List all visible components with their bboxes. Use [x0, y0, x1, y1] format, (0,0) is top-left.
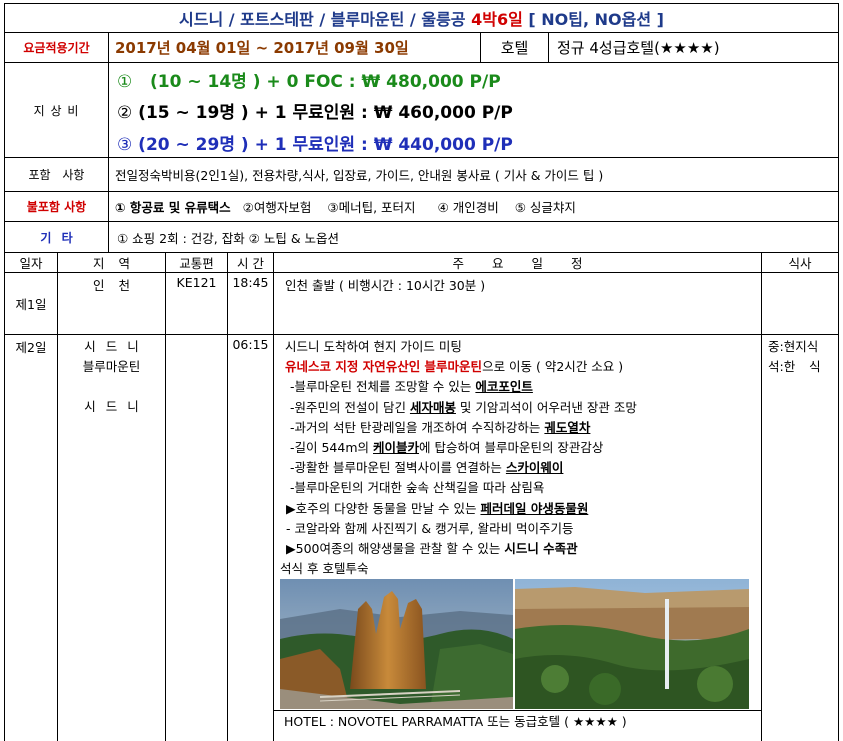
schedule-line: -길이 544m의 케이블카에 탑승하여 블루마운틴의 장관감상	[290, 440, 604, 456]
day1-desc: 인천 출발 ( 비행시간 : 10시간 30분 )	[273, 273, 761, 334]
schedule-line: - 코알라와 함께 사진찍기 & 캥거루, 왈라비 먹이주기등	[286, 520, 574, 536]
price-row: 지 상 비 ① (10 ~ 14명 ) + 0 FOC : ₩ 480,000 …	[4, 63, 839, 158]
day2-time: 06:15	[227, 335, 273, 741]
period-row: 요금적용기간 2017년 04월 01일 ~ 2017년 09월 30일 호텔 …	[4, 33, 839, 63]
col-header-schedule: 주 요 일 정	[273, 253, 761, 272]
day1-row: 제1일 인 천 KE121 18:45 인천 출발 ( 비행시간 : 10시간 …	[4, 273, 839, 335]
title-duration: 4박6일	[471, 10, 523, 29]
day2-meal-lunch: 중:현지식	[768, 339, 819, 354]
day2-region-1: 시 드 니	[84, 339, 139, 354]
schedule-highlight: 스카이웨이	[505, 460, 564, 476]
day2-transport	[165, 335, 227, 741]
excludes-item-4: ④ 개인경비	[437, 200, 499, 215]
excludes-item-5: ⑤ 싱글챠지	[514, 200, 576, 215]
col-header-time: 시 간	[227, 253, 273, 272]
schedule-header: 일자 지 역 교통편 시 간 주 요 일 정 식사	[4, 253, 839, 273]
period-value: 2017년 04월 01일 ~ 2017년 09월 30일	[108, 33, 480, 62]
day2-region-3: 시 드 니	[84, 399, 139, 415]
schedule-highlight: 시드니 수족관	[504, 541, 578, 557]
price-item-3: ③ (20 ~ 29명 ) + 1 무료인원 : ₩ 440,000 P/P	[117, 135, 513, 155]
etc-row: 기 타 ① 쇼핑 2회 : 건강, 잡화 ② 노팁 & 노옵션	[4, 222, 839, 253]
title-bar: 시드니 / 포트스테판 / 블루마운틴 / 울릉공 4박6일 [ NO팁, NO…	[4, 3, 839, 33]
schedule-highlight: 페러데일 야생동물원	[480, 500, 589, 516]
day2-meal-dinner: 석:한 식	[768, 359, 821, 375]
col-header-region: 지 역	[57, 253, 165, 272]
day1-transport: KE121	[165, 273, 227, 334]
page-title: 시드니 / 포트스테판 / 블루마운틴 / 울릉공 4박6일 [ NO팁, NO…	[5, 4, 838, 32]
day2-meals: 중:현지식 석:한 식	[761, 335, 838, 741]
day1-meals	[761, 273, 838, 334]
title-notes: [ NO팁, NO옵션 ]	[528, 10, 664, 29]
col-header-meals: 식사	[761, 253, 838, 272]
period-label: 요금적용기간	[23, 41, 90, 55]
excludes-item-1: ① 항공료 및 유류택스	[115, 200, 231, 215]
excludes-row: 불포함 사항 ① 항공료 및 유류택스 ②여행자보험 ③메너팁, 포터지 ④ 개…	[4, 192, 839, 222]
col-header-day: 일자	[19, 256, 43, 271]
etc-value: ① 쇼핑 2회 : 건강, 잡화 ② 노팁 & 노옵션	[108, 222, 838, 252]
schedule-line: ▶호주의 다양한 동물을 만날 수 있는 페러데일 야생동물원	[286, 500, 589, 516]
includes-row: 포함 사항 전일정숙박비용(2인1실), 전용차량,식사, 입장료, 가이드, …	[4, 158, 839, 192]
schedule-highlight: 케이블카	[373, 440, 420, 456]
excludes-item-2: ②여행자보험	[242, 200, 312, 215]
excludes-item-3: ③메너팁, 포터지	[327, 200, 416, 215]
schedule-line: 석식 후 호텔투숙	[280, 561, 369, 577]
schedule-line: 유네스코 지정 자연유산인 블루마운틴으로 이동 ( 약2시간 소요 )	[285, 359, 624, 375]
day2-hotel: HOTEL : NOVOTEL PARRAMATTA 또는 동급호텔 ( ★★★…	[284, 714, 627, 729]
price-item-1: ① (10 ~ 14명 ) + 0 FOC : ₩ 480,000 P/P	[117, 72, 501, 92]
schedule-highlight: 에코포인트	[475, 379, 533, 395]
title-main: 시드니 / 포트스테판 / 블루마운틴 / 울릉공	[179, 10, 466, 29]
day2-regions: 시 드 니 블루마운틴 시 드 니	[57, 335, 165, 741]
excludes-list: ① 항공료 및 유류택스 ②여행자보험 ③메너팁, 포터지 ④ 개인경비 ⑤ 싱…	[108, 192, 838, 221]
day1-region: 인 천	[57, 273, 165, 334]
day2-day: 제2일	[15, 340, 47, 355]
day1-day: 제1일	[15, 297, 47, 312]
col-header-transport: 교통편	[165, 253, 227, 272]
day2-row: 제2일 시 드 니 블루마운틴 시 드 니 06:15 시드니 도착하여 현지 …	[4, 335, 839, 741]
includes-value: 전일정숙박비용(2인1실), 전용차량,식사, 입장료, 가이드, 안내원 봉사…	[108, 158, 838, 191]
schedule-line: -과거의 석탄 탄광레일을 개조하여 수직하강하는 궤도열차	[290, 419, 591, 435]
hotel-value: 정규 4성급호텔(★★★★)	[548, 33, 838, 62]
price-list: ① (10 ~ 14명 ) + 0 FOC : ₩ 480,000 P/P ② …	[108, 63, 838, 157]
price-item-2: ② (15 ~ 19명 ) + 1 무료인원 : ₩ 460,000 P/P	[117, 103, 513, 123]
schedule-highlight: 세자매봉	[409, 399, 456, 415]
day1-time: 18:45	[227, 273, 273, 334]
hotel-label: 호텔	[480, 33, 548, 62]
day2-lines: 시드니 도착하여 현지 가이드 미팅유네스코 지정 자연유산인 블루마운틴으로 …	[274, 337, 761, 579]
hotel-separator	[273, 710, 761, 711]
schedule-line: -원주민의 전설이 담긴 세자매봉 및 기암괴석이 어우러낸 장관 조망	[290, 399, 637, 415]
photo-three-sisters	[280, 579, 513, 709]
schedule-line: 시드니 도착하여 현지 가이드 미팅	[285, 339, 462, 354]
photo-waterfall	[515, 579, 749, 709]
schedule-line: ▶500여종의 해양생물을 관찰 할 수 있는 시드니 수족관	[286, 541, 578, 557]
schedule-highlight: 유네스코 지정 자연유산인 블루마운틴	[285, 359, 483, 375]
schedule-line: -블루마운틴의 거대한 숲속 산책길을 따라 삼림욕	[290, 480, 545, 496]
includes-label: 포함 사항	[28, 168, 85, 182]
three-sisters-illustration	[280, 579, 513, 709]
day2-schedule: 시드니 도착하여 현지 가이드 미팅유네스코 지정 자연유산인 블루마운틴으로 …	[273, 335, 761, 741]
waterfall-illustration	[515, 579, 749, 709]
schedule-highlight: 궤도열차	[544, 419, 591, 435]
price-label: 지 상 비	[33, 103, 80, 118]
excludes-label: 불포함 사항	[26, 200, 87, 214]
etc-label: 기 타	[40, 230, 73, 245]
schedule-line: -광활한 블루마운틴 절벽사이를 연결하는 스카이웨이	[290, 460, 564, 476]
day2-region-2: 블루마운틴	[82, 359, 141, 375]
schedule-line: -블루마운틴 전체를 조망할 수 있는 에코포인트	[290, 379, 533, 395]
